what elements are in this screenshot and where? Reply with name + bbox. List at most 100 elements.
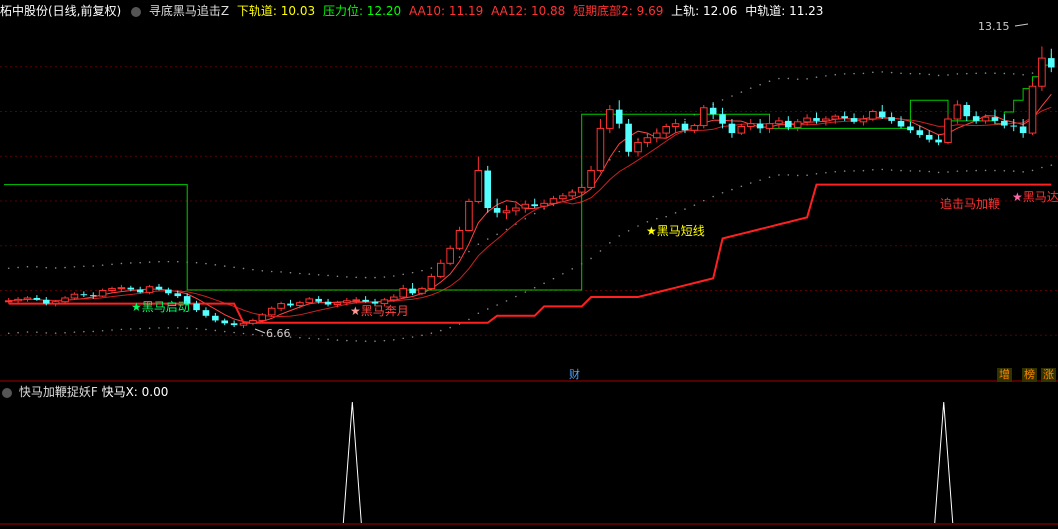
upper-band-dot: [947, 74, 949, 76]
upper-band-dot: [1003, 72, 1006, 75]
lower-band-dot: [214, 329, 217, 332]
candle-body: [333, 302, 342, 306]
sub-indicator-name[interactable]: 快马加鞭捉妖F: [19, 385, 98, 399]
candle-body: [493, 208, 501, 213]
upper-band-dot: [289, 271, 292, 274]
candle-body: [897, 120, 905, 127]
candle-body: [775, 120, 783, 125]
upper-band-dot: [533, 212, 536, 215]
sub-indicator-toggle-icon[interactable]: [2, 387, 12, 398]
candle-body: [287, 303, 294, 306]
upper-band-dot: [139, 261, 141, 264]
candle-body: [540, 202, 548, 207]
candle-body: [324, 301, 332, 305]
lower-band-dot: [1050, 164, 1053, 166]
candle-body: [512, 207, 520, 212]
upper-band-dot: [17, 266, 19, 269]
lower-band-dot: [768, 176, 771, 179]
candle-body: [690, 125, 699, 131]
lower-band-dot: [261, 334, 264, 337]
lower-band-dot: [167, 327, 170, 329]
lower-band-dot: [505, 300, 508, 302]
lower-band-dot: [468, 318, 470, 321]
low-price-label: 6.66: [266, 327, 291, 340]
lower-band-dot: [759, 179, 761, 181]
candle-body: [521, 203, 530, 209]
lower-band-dot: [252, 333, 254, 336]
black-horse-right-label: ★黑马达: [1012, 190, 1058, 204]
lower-band-dot: [515, 295, 517, 298]
black-horse-moon-label: ★黑马奔月: [350, 304, 409, 318]
upper-band-dot: [317, 273, 320, 276]
candle-body: [230, 323, 238, 326]
candle-body: [390, 296, 398, 301]
upper-band-dot: [496, 233, 498, 236]
candle-body: [737, 126, 746, 134]
candle-body: [465, 200, 473, 232]
rise-badge[interactable]: 涨: [1041, 368, 1056, 382]
upper-band-dot: [383, 276, 386, 278]
lower-band-dot: [1031, 169, 1034, 172]
chart-canvas[interactable]: [0, 0, 1058, 529]
lower-band-dot: [909, 170, 912, 172]
candle-body: [831, 115, 840, 120]
upper-band-dot: [327, 274, 329, 277]
finance-badge[interactable]: 财: [567, 368, 582, 382]
candle-body: [972, 116, 980, 121]
candle-body: [549, 198, 558, 204]
candle-body: [728, 123, 736, 134]
grid-lines: [0, 66, 1058, 525]
star-icon: ★: [646, 224, 657, 238]
upper-band-dot: [195, 261, 198, 264]
candle-body: [202, 310, 210, 316]
upper-band-dot: [280, 271, 282, 273]
lower-band-dot: [562, 272, 564, 275]
black-horse-ready-label: ★黑马启动: [131, 300, 190, 314]
lower-band-dot: [364, 340, 367, 342]
candlesticks: [4, 23, 1055, 334]
lower-band-dot: [796, 174, 799, 177]
upper-band-dot: [336, 275, 339, 278]
upper-band-dot: [778, 77, 780, 80]
lower-band-dot: [45, 332, 48, 334]
candle-body: [51, 301, 60, 305]
upper-band-dot: [806, 78, 808, 80]
candle-body: [756, 123, 764, 129]
upper-band-dot: [45, 266, 48, 269]
lower-band-dot: [862, 169, 865, 172]
candle-body: [61, 297, 69, 303]
candle-body: [793, 121, 802, 128]
lower-band-dot: [449, 326, 451, 329]
upper-band-dot: [956, 73, 959, 75]
candle-body: [165, 289, 172, 294]
upper-band-dot: [111, 263, 113, 266]
upper-band-dot: [92, 265, 95, 267]
lower-band-dot: [543, 282, 545, 285]
lower-band-dot: [702, 199, 705, 202]
upper-band-dot: [524, 217, 527, 220]
upper-band-dot: [843, 73, 846, 75]
ranking-badge[interactable]: 榜: [1022, 368, 1037, 382]
lower-band-dot: [900, 169, 902, 172]
upper-band-dot: [909, 72, 912, 75]
lower-band-dot: [205, 328, 207, 331]
upper-band-dot: [618, 150, 621, 153]
lower-band-dot: [712, 195, 714, 198]
upper-band-dot: [176, 260, 179, 263]
sub-chart-header: 快马加鞭捉妖F 快马X: 0.00: [0, 383, 1058, 401]
upper-band-dot: [430, 267, 433, 269]
upper-band-dot: [252, 268, 254, 271]
upper-band-dot: [36, 266, 38, 268]
upper-band-dot: [740, 91, 743, 93]
lower-band-dot: [656, 217, 658, 220]
upper-band-dot: [796, 78, 799, 80]
upper-band-dot: [477, 243, 480, 245]
increase-badge[interactable]: 增: [997, 368, 1012, 382]
candle-body: [625, 123, 632, 152]
lower-band-dot: [684, 208, 686, 210]
upper-band-dot: [421, 269, 423, 272]
candle-body: [267, 307, 276, 316]
candle-body: [315, 298, 322, 302]
lower-band-dot: [439, 329, 442, 332]
lower-band-dot: [843, 170, 846, 172]
